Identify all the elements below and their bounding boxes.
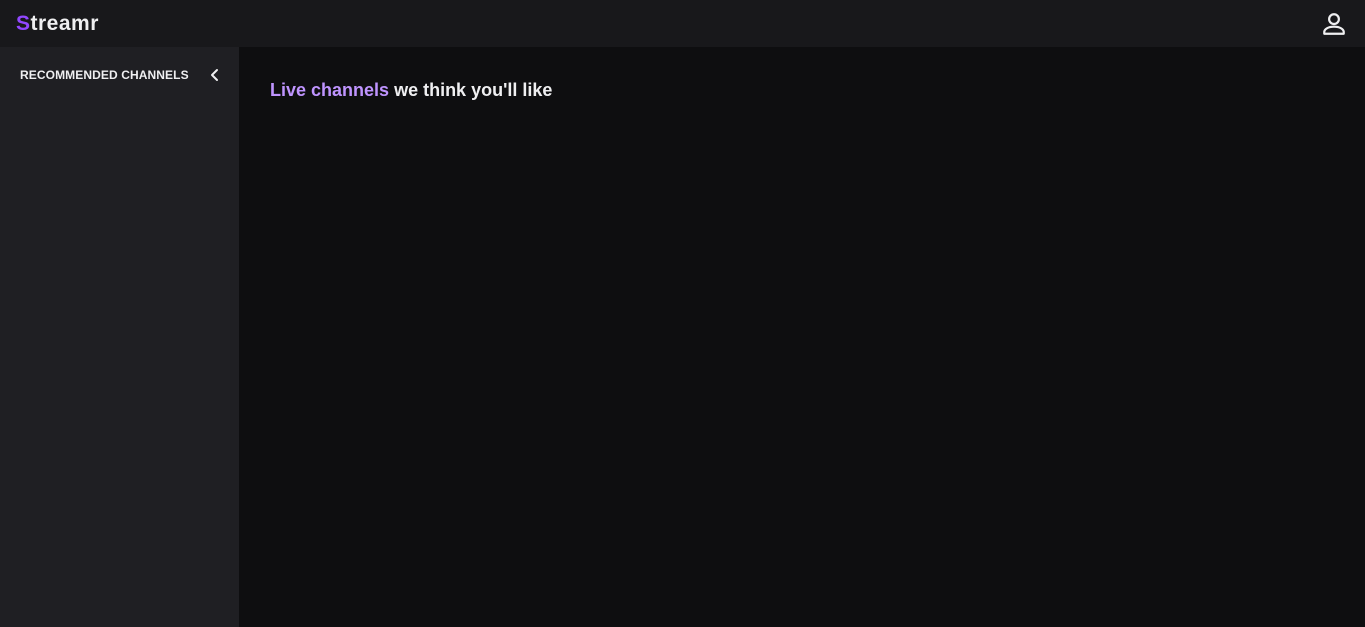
sidebar-header: RECOMMENDED CHANNELS [0, 47, 239, 103]
collapse-sidebar-button[interactable] [205, 65, 225, 85]
live-channels-link[interactable]: Live channels [270, 80, 389, 100]
top-navigation-bar: Streamr [0, 0, 1365, 47]
sidebar-title: RECOMMENDED CHANNELS [20, 68, 189, 82]
heading-text: we think you'll like [389, 80, 553, 100]
logo-first-letter: S [16, 11, 31, 35]
sidebar: RECOMMENDED CHANNELS [0, 47, 239, 627]
profile-button[interactable] [1317, 7, 1351, 41]
app-logo[interactable]: Streamr [16, 12, 99, 36]
main-content: Live channels we think you'll like [239, 47, 1365, 627]
logo-text: treamr [30, 11, 99, 35]
page-heading: Live channels we think you'll like [270, 80, 1334, 101]
chevron-left-icon [211, 69, 218, 81]
user-icon [1323, 12, 1345, 35]
